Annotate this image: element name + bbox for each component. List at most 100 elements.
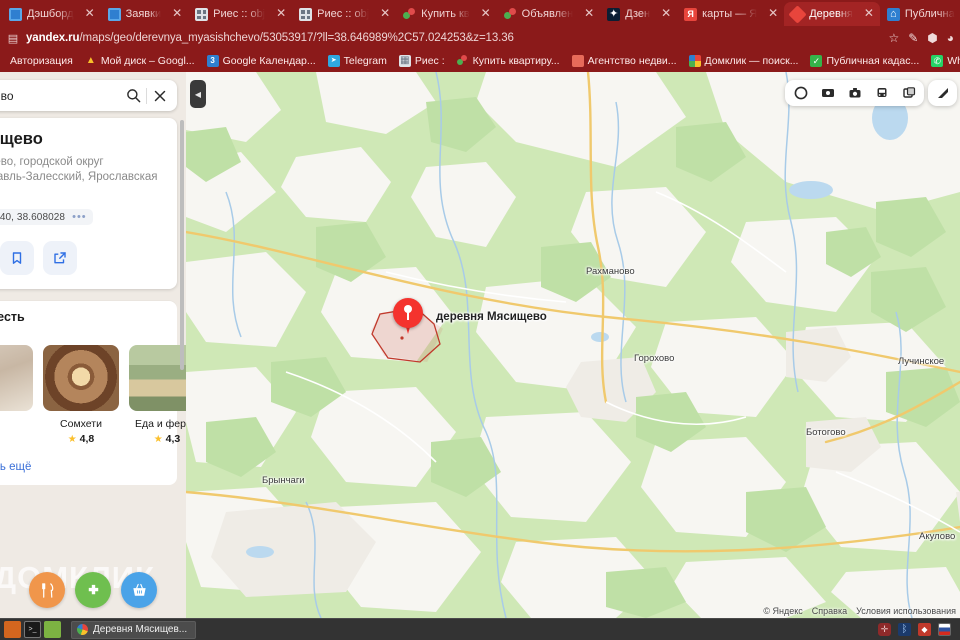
layers-icon[interactable]	[895, 80, 922, 106]
tab-obyavleniya[interactable]: Объявлен ✕	[497, 2, 601, 26]
tab-ries-1[interactable]: Риес :: obj ✕	[188, 2, 292, 26]
files-icon[interactable]	[44, 621, 61, 638]
bookmark-label: Риес :	[414, 55, 445, 67]
attribution-help[interactable]: Справка	[812, 606, 847, 616]
tab-kupit-kvartiru[interactable]: Купить кв ✕	[396, 2, 497, 26]
search-input[interactable]	[0, 88, 120, 103]
tab-label: Риес :: obj	[213, 8, 266, 20]
collapse-sidebar-button[interactable]: ◀	[190, 80, 206, 108]
bookmark-publichnaya-kadastrovaya[interactable]: Публичная кадас...	[804, 55, 925, 67]
dots-icon	[503, 7, 517, 21]
panorama-icon[interactable]	[814, 80, 841, 106]
tab-publichnaya[interactable]: Публична ✕	[880, 2, 960, 26]
tab-close-icon[interactable]: ✕	[766, 7, 780, 21]
address-bar[interactable]: ▤ yandex.ru/maps/geo/derevnya_myasishche…	[0, 26, 960, 50]
menu-icon[interactable]	[4, 621, 21, 638]
tab-close-icon[interactable]: ✕	[582, 7, 596, 21]
tab-label: Заявки	[125, 8, 162, 20]
search-box[interactable]	[0, 80, 177, 111]
tab-close-icon[interactable]: ✕	[862, 7, 876, 21]
poi-card-somheti[interactable]: Сомхети ★ 4,8	[43, 345, 119, 445]
close-icon[interactable]	[147, 83, 173, 109]
pharmacy-fab[interactable]	[75, 572, 111, 608]
ruler-icon[interactable]	[929, 80, 956, 106]
poi-section-header: Где поесть	[0, 301, 177, 334]
tab-close-icon[interactable]: ✕	[170, 7, 184, 21]
shield-icon[interactable]	[878, 623, 891, 636]
bookmark-label: Публичная кадас...	[826, 55, 920, 67]
place-card: Мясищево Мясищево, городской округ Перес…	[0, 118, 177, 290]
home-icon	[886, 7, 900, 21]
bookmark-ries[interactable]: Риес :	[393, 55, 451, 67]
poi-photo	[0, 345, 33, 412]
terminal-icon[interactable]	[24, 621, 41, 638]
bookmark-google-drive[interactable]: Мой диск – Googl...	[79, 55, 201, 67]
bookmark-label: WhatsApp	[947, 55, 960, 67]
map-label-rahmanovo: Рахманово	[586, 266, 635, 277]
bluetooth-icon[interactable]	[898, 623, 911, 636]
poi-carousel[interactable]: Сомхети ★ 4,8 Еда и ферма ★ 4,3	[0, 333, 186, 456]
sidebar-scrollbar[interactable]	[180, 120, 184, 370]
poi-photo	[129, 345, 186, 412]
yandex-icon	[684, 7, 698, 21]
telegram-icon	[327, 55, 340, 67]
restaurants-fab[interactable]	[29, 572, 65, 608]
tab-close-icon[interactable]: ✕	[274, 7, 288, 21]
taskbar-window-button[interactable]: Деревня Мясищев...	[71, 620, 197, 639]
poi-card-eda-i-ferma[interactable]: Еда и ферма ★ 4,3	[129, 345, 186, 445]
keyboard-layout-icon[interactable]	[938, 623, 951, 636]
red-icon	[571, 55, 584, 67]
bookmark-domclick[interactable]: Домклик — поиск...	[683, 55, 805, 67]
sidebar-inner: Мясищево Мясищево, городской округ Перес…	[0, 72, 186, 486]
attribution-terms[interactable]: Условия использования	[856, 606, 956, 616]
tab-close-icon[interactable]: ✕	[83, 7, 97, 21]
updates-icon[interactable]	[918, 623, 931, 636]
map-label-botogovo: Ботогово	[806, 427, 846, 438]
more-options-icon[interactable]: •••	[72, 211, 87, 223]
bookmark-label: Агентство недви...	[587, 55, 677, 67]
bookmark-icon[interactable]	[0, 241, 34, 276]
tab-dashboard[interactable]: Дэшборд ✕	[2, 2, 101, 26]
place-marker-pin[interactable]	[393, 298, 423, 336]
map-canvas	[186, 72, 960, 618]
poi-name: Сомхети	[60, 418, 102, 431]
page-info-icon[interactable]: ▤	[6, 31, 20, 45]
tab-zayavki[interactable]: Заявки ✕	[101, 2, 189, 26]
category-fabs	[0, 572, 186, 608]
chrome-icon	[77, 624, 88, 635]
tab-ries-2[interactable]: Риес :: obj ✕	[292, 2, 396, 26]
photo-icon[interactable]	[841, 80, 868, 106]
traffic-icon[interactable]	[787, 80, 814, 106]
profile-icon[interactable]: ◕	[947, 31, 954, 45]
bookmark-label: Telegram	[343, 55, 387, 67]
map-attribution: © Яндекс Справка Условия использования	[763, 606, 956, 616]
groceries-fab[interactable]	[121, 572, 157, 608]
show-more-link[interactable]: Показать ещё	[0, 455, 177, 486]
extension-icon[interactable]: ⬢	[927, 31, 937, 45]
pin-glyph-icon	[404, 305, 412, 320]
bookmark-agentstvo[interactable]: Агентство недви...	[566, 55, 683, 67]
bookmark-telegram[interactable]: Telegram	[322, 55, 393, 67]
bookmark-whatsapp[interactable]: WhatsApp	[925, 55, 960, 67]
coordinates-row[interactable]: 57.024940, 38.608028 •••	[0, 209, 93, 226]
search-icon[interactable]	[120, 83, 146, 109]
map-view[interactable]: деревня Мясищево Рахманово Горохово Лучи…	[186, 72, 960, 618]
share-icon[interactable]	[43, 241, 77, 276]
tab-karty[interactable]: карты — Я ✕	[677, 2, 784, 26]
bookmark-google-calendar[interactable]: Google Календар...	[201, 55, 322, 67]
poi-card-0[interactable]	[0, 345, 33, 445]
transit-icon[interactable]	[868, 80, 895, 106]
globe-icon	[9, 7, 22, 21]
tab-close-icon[interactable]: ✕	[479, 7, 493, 21]
tab-derevnya-active[interactable]: Деревня ✕	[784, 2, 880, 26]
attribution-yandex: © Яндекс	[763, 606, 803, 616]
bookmark-avtorizaciya[interactable]: Авторизация	[4, 55, 79, 67]
star-icon[interactable]: ☆	[888, 31, 899, 45]
bookmark-kupit-kvartiru[interactable]: Купить квартиру...	[451, 55, 566, 67]
tab-close-icon[interactable]: ✕	[659, 7, 673, 21]
edit-icon[interactable]: ✎	[908, 31, 918, 45]
tab-close-icon[interactable]: ✕	[378, 7, 392, 21]
tab-dzen[interactable]: Дзен ✕	[600, 2, 677, 26]
grid-icon	[299, 7, 313, 21]
tab-label: Деревня	[809, 8, 853, 20]
